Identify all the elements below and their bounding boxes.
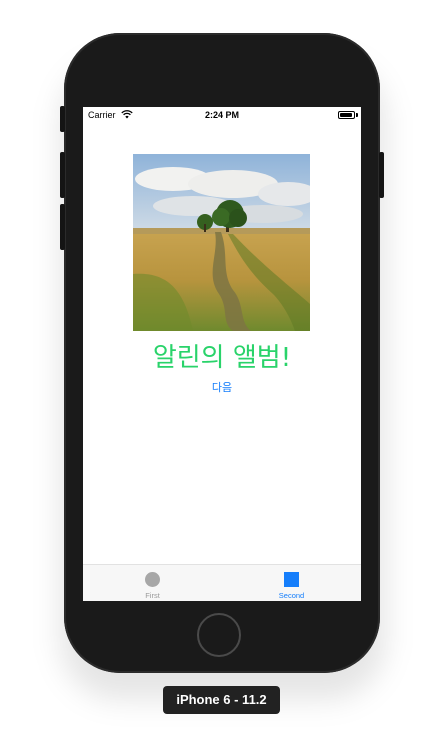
mute-switch <box>60 106 65 132</box>
tab-second-label: Second <box>278 591 305 600</box>
square-icon <box>284 572 299 587</box>
simulator-device-label: iPhone 6 - 11.2 <box>163 686 280 714</box>
home-button[interactable] <box>197 613 241 657</box>
tab-first-label: First <box>145 591 160 600</box>
battery-cap <box>356 113 358 117</box>
landscape-photo-icon <box>133 154 310 331</box>
tab-second[interactable]: Second <box>222 565 361 601</box>
album-image <box>133 154 310 331</box>
tab-bar: First Second <box>83 564 361 601</box>
album-title: 알린의 앨범! <box>152 343 292 373</box>
battery-icon <box>338 111 355 119</box>
device-screen: Carrier 2:24 PM 알린의 앨범! 다음 First Second <box>83 107 361 601</box>
status-bar: Carrier 2:24 PM <box>83 107 361 123</box>
status-time: 2:24 PM <box>204 110 239 120</box>
next-button[interactable]: 다음 <box>83 379 361 395</box>
volume-up-button <box>60 152 65 198</box>
power-button <box>379 152 384 198</box>
tab-first[interactable]: First <box>83 565 222 601</box>
circle-icon <box>145 572 160 587</box>
volume-down-button <box>60 204 65 250</box>
battery-fill <box>340 113 352 117</box>
